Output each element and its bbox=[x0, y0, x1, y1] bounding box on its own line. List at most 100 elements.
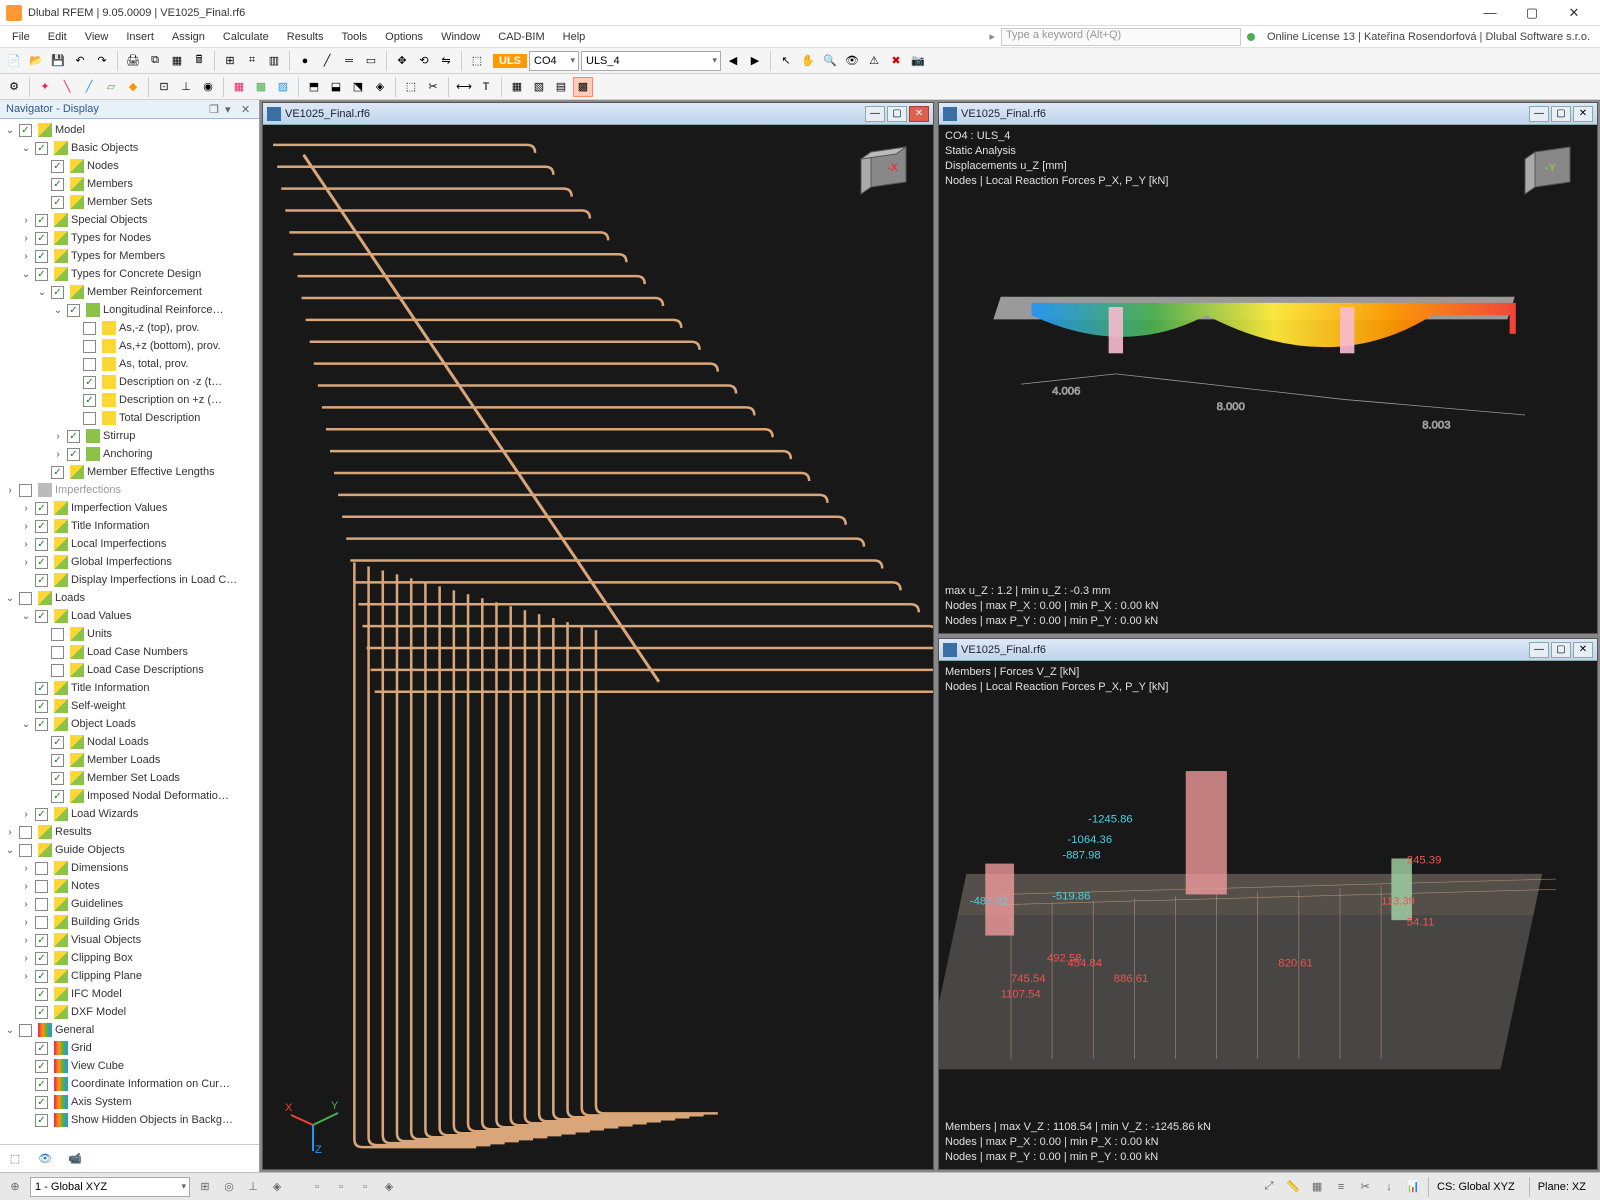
tree-item[interactable]: ›Title Information bbox=[0, 517, 259, 535]
snap-toggle-icon[interactable]: ◎ bbox=[220, 1178, 238, 1196]
polar-icon[interactable]: ◉ bbox=[198, 77, 218, 97]
tree-checkbox[interactable] bbox=[35, 214, 48, 227]
tree-item[interactable]: Member Loads bbox=[0, 751, 259, 769]
tree-checkbox[interactable] bbox=[51, 178, 64, 191]
navigator-display-tab-icon[interactable]: 👁 bbox=[36, 1150, 54, 1168]
menu-view[interactable]: View bbox=[77, 29, 117, 45]
tree-toggle-icon[interactable]: › bbox=[4, 485, 16, 496]
undo-icon[interactable]: ↶ bbox=[70, 51, 90, 71]
grid-toggle-icon[interactable]: ⊞ bbox=[196, 1178, 214, 1196]
tree-toggle-icon[interactable]: › bbox=[4, 827, 16, 838]
tree-checkbox[interactable] bbox=[83, 394, 96, 407]
tree-item[interactable]: ⌄Member Reinforcement bbox=[0, 283, 259, 301]
tree-item[interactable]: Title Information bbox=[0, 679, 259, 697]
tree-item[interactable]: ⌄Guide Objects bbox=[0, 841, 259, 859]
dim-icon[interactable]: ⟷ bbox=[454, 77, 474, 97]
tree-item[interactable]: As, total, prov. bbox=[0, 355, 259, 373]
open-file-icon[interactable]: 📂 bbox=[26, 51, 46, 71]
results-values-icon[interactable]: ▤ bbox=[551, 77, 571, 97]
viewport-main[interactable]: VE1025_Final.rf6 — ▢ ✕ -X bbox=[262, 102, 934, 1170]
tree-checkbox[interactable] bbox=[35, 142, 48, 155]
tree-item[interactable]: ›Imperfection Values bbox=[0, 499, 259, 517]
node-icon[interactable]: ● bbox=[295, 51, 315, 71]
tree-item[interactable]: ›Stirrup bbox=[0, 427, 259, 445]
viewport-forces[interactable]: VE1025_Final.rf6 — ▢ ✕ Members | Forces … bbox=[938, 638, 1598, 1170]
tree-checkbox[interactable] bbox=[35, 916, 48, 929]
tree-checkbox[interactable] bbox=[35, 988, 48, 1001]
render-mode-icon[interactable]: ▦ bbox=[1308, 1178, 1326, 1196]
warning-icon[interactable]: ⚠ bbox=[864, 51, 884, 71]
tree-item[interactable]: Load Case Numbers bbox=[0, 643, 259, 661]
eye-icon[interactable]: 👁 bbox=[842, 51, 862, 71]
ortho-toggle-icon[interactable]: ⊥ bbox=[244, 1178, 262, 1196]
menu-insert[interactable]: Insert bbox=[118, 29, 162, 45]
tree-checkbox[interactable] bbox=[35, 952, 48, 965]
viewport-max-icon[interactable]: ▢ bbox=[887, 106, 907, 122]
viewport-displacement[interactable]: VE1025_Final.rf6 — ▢ ✕ CO4 : ULS_4Static… bbox=[938, 102, 1598, 634]
tree-checkbox[interactable] bbox=[51, 466, 64, 479]
tree-item[interactable]: Imposed Nodal Deformatio… bbox=[0, 787, 259, 805]
tree-item[interactable]: ›Guidelines bbox=[0, 895, 259, 913]
navigator-tree[interactable]: ⌄Model⌄Basic ObjectsNodesMembersMember S… bbox=[0, 119, 259, 1144]
tree-item[interactable]: Nodes bbox=[0, 157, 259, 175]
view-top-icon[interactable]: ⬔ bbox=[348, 77, 368, 97]
tree-item[interactable]: Description on +z (… bbox=[0, 391, 259, 409]
minimize-button[interactable]: ― bbox=[1470, 2, 1510, 24]
tree-toggle-icon[interactable]: ⌄ bbox=[20, 719, 32, 730]
view-xy-icon[interactable]: ▫ bbox=[308, 1178, 326, 1196]
tree-toggle-icon[interactable]: ⌄ bbox=[20, 143, 32, 154]
tree-item[interactable]: ›Load Wizards bbox=[0, 805, 259, 823]
tree-toggle-icon[interactable]: › bbox=[20, 539, 32, 550]
viewport-close-icon[interactable]: ✕ bbox=[909, 106, 929, 122]
tree-checkbox[interactable] bbox=[35, 556, 48, 569]
tree-toggle-icon[interactable]: › bbox=[20, 251, 32, 262]
tree-item[interactable]: ⌄Model bbox=[0, 121, 259, 139]
units-icon[interactable]: 📏 bbox=[1284, 1178, 1302, 1196]
select-member-icon[interactable]: ╱ bbox=[79, 77, 99, 97]
table-icon[interactable]: ▦ bbox=[167, 51, 187, 71]
tree-checkbox[interactable] bbox=[35, 268, 48, 281]
tree-checkbox[interactable] bbox=[35, 898, 48, 911]
select-icon[interactable]: ↖ bbox=[776, 51, 796, 71]
tree-checkbox[interactable] bbox=[83, 340, 96, 353]
prev-icon[interactable]: ◀ bbox=[723, 51, 743, 71]
tree-checkbox[interactable] bbox=[67, 448, 80, 461]
tree-checkbox[interactable] bbox=[51, 754, 64, 767]
tree-checkbox[interactable] bbox=[67, 304, 80, 317]
structure-icon[interactable]: ⌗ bbox=[242, 51, 262, 71]
viewport-close-icon[interactable]: ✕ bbox=[1573, 106, 1593, 122]
tree-toggle-icon[interactable]: › bbox=[20, 935, 32, 946]
calculator-icon[interactable]: 🖩 bbox=[189, 51, 209, 71]
tree-toggle-icon[interactable]: › bbox=[20, 233, 32, 244]
tree-item[interactable]: Description on -z (t… bbox=[0, 373, 259, 391]
menu-cadbim[interactable]: CAD-BIM bbox=[490, 29, 552, 45]
tree-item[interactable]: Members bbox=[0, 175, 259, 193]
tree-checkbox[interactable] bbox=[51, 628, 64, 641]
tree-item[interactable]: ›Clipping Plane bbox=[0, 967, 259, 985]
viewport-min-icon[interactable]: — bbox=[1529, 642, 1549, 658]
view-3d-icon[interactable]: ◈ bbox=[380, 1178, 398, 1196]
tree-item[interactable]: ⌄Load Values bbox=[0, 607, 259, 625]
tree-item[interactable]: View Cube bbox=[0, 1057, 259, 1075]
tree-item[interactable]: ⌄Types for Concrete Design bbox=[0, 265, 259, 283]
tree-checkbox[interactable] bbox=[83, 412, 96, 425]
tree-checkbox[interactable] bbox=[35, 574, 48, 587]
osnap-toggle-icon[interactable]: ◈ bbox=[268, 1178, 286, 1196]
new-file-icon[interactable]: 📄 bbox=[4, 51, 24, 71]
tree-toggle-icon[interactable]: › bbox=[20, 215, 32, 226]
tree-item[interactable]: ›Types for Members bbox=[0, 247, 259, 265]
mirror-icon[interactable]: ⇋ bbox=[436, 51, 456, 71]
navigator-data-tab-icon[interactable]: ⬚ bbox=[6, 1150, 24, 1168]
tree-toggle-icon[interactable]: ⌄ bbox=[20, 611, 32, 622]
tree-item[interactable]: As,+z (bottom), prov. bbox=[0, 337, 259, 355]
menu-file[interactable]: File bbox=[4, 29, 38, 45]
tree-item[interactable]: ›Local Imperfections bbox=[0, 535, 259, 553]
results-active-icon[interactable]: ▩ bbox=[573, 77, 593, 97]
tree-item[interactable]: ⌄Loads bbox=[0, 589, 259, 607]
menu-options[interactable]: Options bbox=[377, 29, 431, 45]
tree-item[interactable]: Show Hidden Objects in Backg… bbox=[0, 1111, 259, 1129]
tree-checkbox[interactable] bbox=[35, 1060, 48, 1073]
results-iso-icon[interactable]: ▧ bbox=[529, 77, 549, 97]
render-trans-icon[interactable]: ▨ bbox=[273, 77, 293, 97]
tree-checkbox[interactable] bbox=[35, 682, 48, 695]
